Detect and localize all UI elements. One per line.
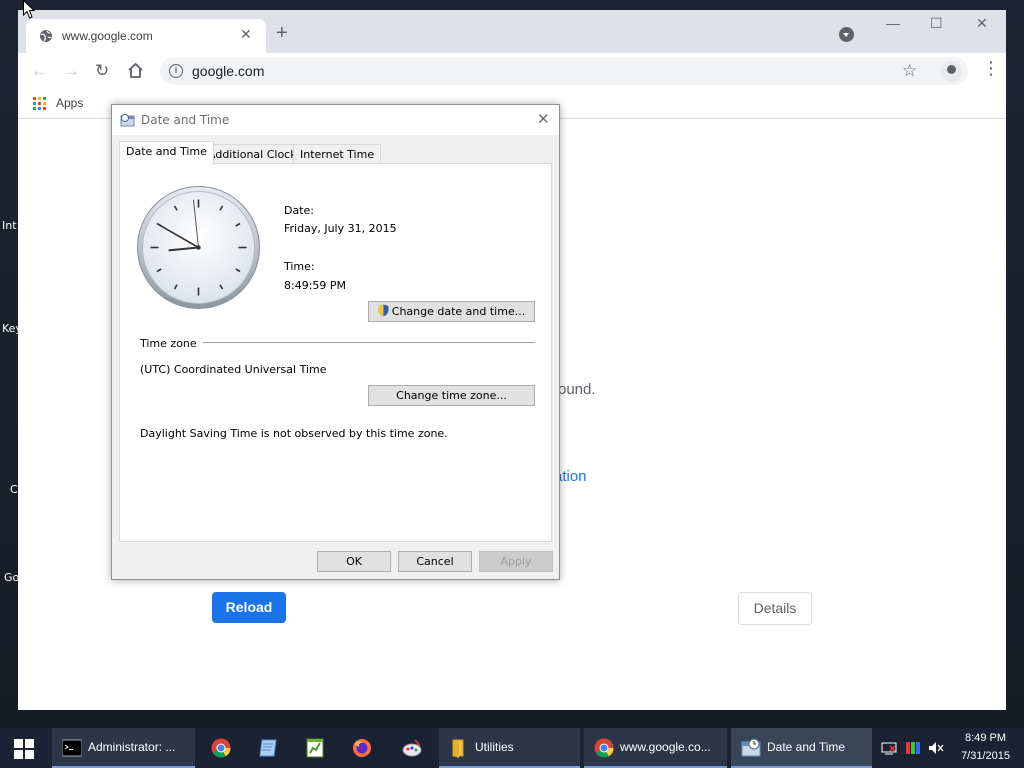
minimize-icon[interactable]: — (886, 15, 900, 31)
date-label: Date: (284, 204, 314, 217)
time-label: Time: (284, 260, 315, 273)
mouse-cursor-icon (23, 0, 35, 19)
date-time-dialog: Date and Time ✕ Date and Time Additional… (111, 104, 560, 580)
apps-grid-icon[interactable] (33, 97, 47, 111)
tab-internet-time[interactable]: Internet Time (293, 144, 382, 164)
date-value: Friday, July 31, 2015 (284, 222, 397, 235)
taskbar-item-label: www.google.co... (620, 740, 711, 754)
taskbar-item-paint[interactable] (388, 728, 436, 768)
close-icon[interactable]: ✕ (537, 110, 550, 128)
taskbar-item-label: Utilities (475, 740, 514, 754)
tab-date-and-time[interactable]: Date and Time (119, 141, 214, 165)
taskbar-item-firefox[interactable] (341, 728, 383, 768)
forward-icon[interactable]: → (63, 62, 80, 80)
chrome-icon (211, 738, 231, 758)
browser-titlebar: www.google.com ✕ + — ☐ ✕ (18, 10, 1006, 53)
tab-search-icon[interactable] (839, 27, 854, 42)
windows-start-icon[interactable] (14, 739, 34, 759)
time-value: 8:49:59 PM (284, 279, 347, 292)
desktop-icon-label[interactable]: Int (2, 219, 17, 232)
close-icon[interactable]: ✕ (240, 26, 252, 43)
volume-muted-icon[interactable] (928, 740, 944, 756)
back-icon[interactable]: ← (31, 62, 48, 80)
error-message-text: ound. (558, 381, 596, 398)
globe-icon (40, 30, 52, 42)
desktop-icon-label[interactable]: Go (4, 571, 19, 584)
paint-icon (402, 739, 422, 757)
datetime-icon (120, 114, 135, 127)
dst-info-text: Daylight Saving Time is not observed by … (140, 427, 448, 440)
address-bar[interactable]: i google.com ☆ (160, 57, 968, 85)
browser-toolbar: ← → ↻ i google.com ☆ ⋮ (18, 53, 1006, 89)
taskbar-item-label: Date and Time (767, 740, 846, 754)
notepad-icon (259, 739, 277, 757)
taskbar-item-spreadsheet[interactable] (294, 728, 336, 768)
taskbar-item-notepad[interactable] (247, 728, 289, 768)
chrome-icon (594, 738, 614, 758)
timezone-value: (UTC) Coordinated Universal Time (140, 363, 327, 376)
change-date-time-label: Change date and time... (391, 305, 526, 318)
taskbar-item-label: Administrator: ... (88, 740, 176, 754)
spreadsheet-icon (306, 738, 324, 758)
display-icon[interactable] (905, 740, 921, 756)
terminal-icon (62, 739, 82, 757)
network-icon[interactable] (881, 740, 897, 756)
desktop-icon-label[interactable]: C (10, 483, 18, 496)
maximize-icon[interactable]: ☐ (930, 15, 943, 32)
details-button[interactable]: Details (738, 592, 812, 625)
taskbar-item-chrome-window[interactable]: www.google.co... (584, 728, 727, 768)
datetime-icon (741, 738, 761, 757)
menu-icon[interactable]: ⋮ (982, 59, 1000, 77)
change-timezone-button[interactable]: Change time zone... (368, 385, 535, 406)
folder-icon (452, 739, 464, 758)
ok-button[interactable]: OK (317, 551, 391, 572)
timezone-label: Time zone (140, 337, 197, 350)
bookmark-star-icon[interactable]: ☆ (902, 61, 917, 81)
taskbar-item-terminal[interactable]: Administrator: ... (52, 728, 195, 768)
reload-button[interactable]: Reload (212, 592, 286, 623)
taskbar-clock-time[interactable]: 8:49 PM (958, 732, 1006, 744)
divider (203, 342, 535, 343)
browser-tab[interactable]: www.google.com ✕ (26, 19, 266, 53)
taskbar-clock-date[interactable]: 7/31/2015 (952, 750, 1010, 762)
dialog-title: Date and Time (141, 113, 230, 127)
new-tab-button[interactable]: + (276, 23, 288, 43)
apply-button[interactable]: Apply (479, 551, 553, 572)
apps-bookmark[interactable]: Apps (56, 96, 83, 110)
taskbar-item-chrome[interactable] (200, 728, 242, 768)
change-date-time-button[interactable]: Change date and time... (368, 301, 535, 322)
url-text[interactable]: google.com (192, 63, 264, 79)
tab-title: www.google.com (62, 29, 153, 43)
dialog-titlebar: Date and Time ✕ (112, 105, 559, 135)
uac-shield-icon (378, 304, 389, 317)
reload-icon[interactable]: ↻ (95, 62, 109, 80)
profile-avatar-icon[interactable] (941, 61, 962, 82)
firefox-icon (353, 739, 371, 757)
analog-clock (137, 186, 260, 309)
taskbar-item-utilities[interactable]: Utilities (439, 728, 580, 768)
taskbar-item-date-time[interactable]: Date and Time (731, 728, 872, 768)
info-icon[interactable]: i (169, 64, 183, 78)
home-icon[interactable] (127, 62, 144, 79)
taskbar: Administrator: ... Utilities www.google.… (0, 728, 1024, 768)
cancel-button[interactable]: Cancel (398, 551, 472, 572)
close-window-icon[interactable]: ✕ (976, 15, 988, 32)
dialog-panel: Date: Friday, July 31, 2015 Time: 8:49:5… (119, 163, 552, 542)
